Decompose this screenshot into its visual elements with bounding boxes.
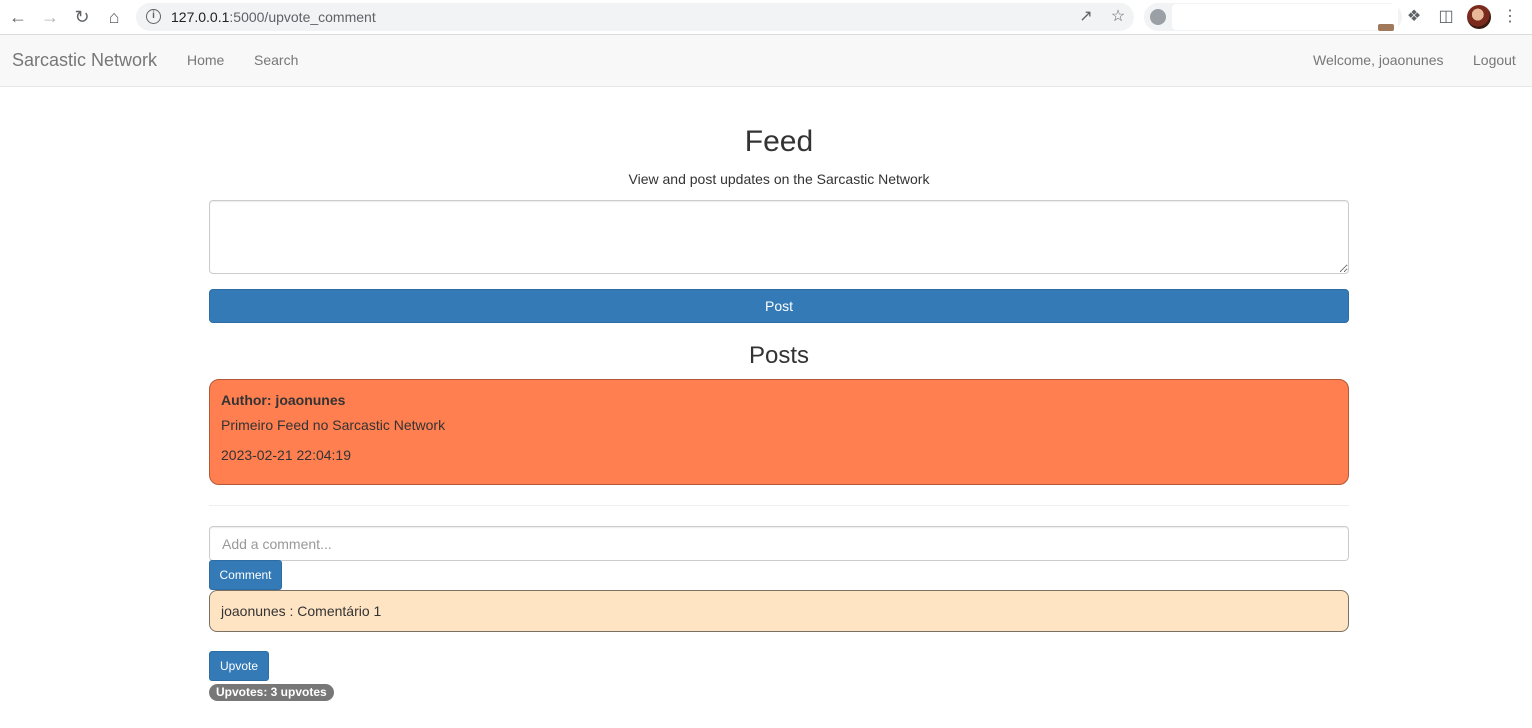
extensions-icon[interactable]: ❖ [1403,6,1425,28]
info-icon[interactable]: i [146,9,161,24]
post-date: 2023-02-21 22:04:19 [221,447,351,463]
welcome-text: Welcome, joaonunes [1313,52,1444,68]
divider [209,505,1349,506]
reload-icon[interactable]: ↻ [69,4,95,30]
url-host: 127.0.0.1 [171,9,230,25]
side-panel-icon[interactable]: ◫ [1435,6,1457,28]
upvote-button[interactable]: Upvote [209,651,269,681]
extension-icon[interactable] [1150,9,1166,25]
page-subtitle: View and post updates on the Sarcastic N… [628,171,930,187]
menu-icon[interactable]: ⋮ [1499,6,1521,28]
extension-field[interactable] [1172,4,1398,30]
browser-toolbar: ← → ↻ ⌂ i 127.0.0.1:5000/upvote_comment … [0,0,1532,35]
url-path: :5000/upvote_comment [229,9,376,25]
upvote-count-badge: Upvotes: 3 upvotes [209,684,334,701]
comment-text: joaonunes : Comentário 1 [221,603,382,619]
nav-home-link[interactable]: Home [187,52,224,68]
star-icon[interactable]: ☆ [1108,7,1128,27]
comment-input[interactable] [209,526,1349,561]
extension-area [1144,3,1402,31]
brand-link[interactable]: Sarcastic Network [12,50,157,71]
nav-search-link[interactable]: Search [254,52,298,68]
profile-avatar[interactable] [1467,5,1491,29]
post-button[interactable]: Post [209,289,1349,323]
comment-button[interactable]: Comment [209,560,282,590]
back-icon[interactable]: ← [5,4,31,30]
address-bar[interactable]: i 127.0.0.1:5000/upvote_comment ↗ ☆ [136,3,1134,31]
post-textarea[interactable] [209,200,1349,274]
home-icon[interactable]: ⌂ [101,4,127,30]
page-title: Feed [744,125,814,158]
logout-link[interactable]: Logout [1473,52,1516,68]
posts-heading: Posts [748,342,810,369]
share-icon[interactable]: ↗ [1076,7,1096,27]
extension-badge [1378,24,1394,31]
app-navbar: Sarcastic Network Home Search Welcome, j… [0,35,1532,87]
post-card: Author: joaonunes Primeiro Feed no Sarca… [209,379,1349,485]
url-text[interactable]: 127.0.0.1:5000/upvote_comment [171,9,376,25]
forward-icon[interactable]: → [37,4,63,30]
post-content: Primeiro Feed no Sarcastic Network [221,417,446,433]
post-author: Author: joaonunes [221,392,346,408]
comment-card: joaonunes : Comentário 1 [209,590,1349,632]
